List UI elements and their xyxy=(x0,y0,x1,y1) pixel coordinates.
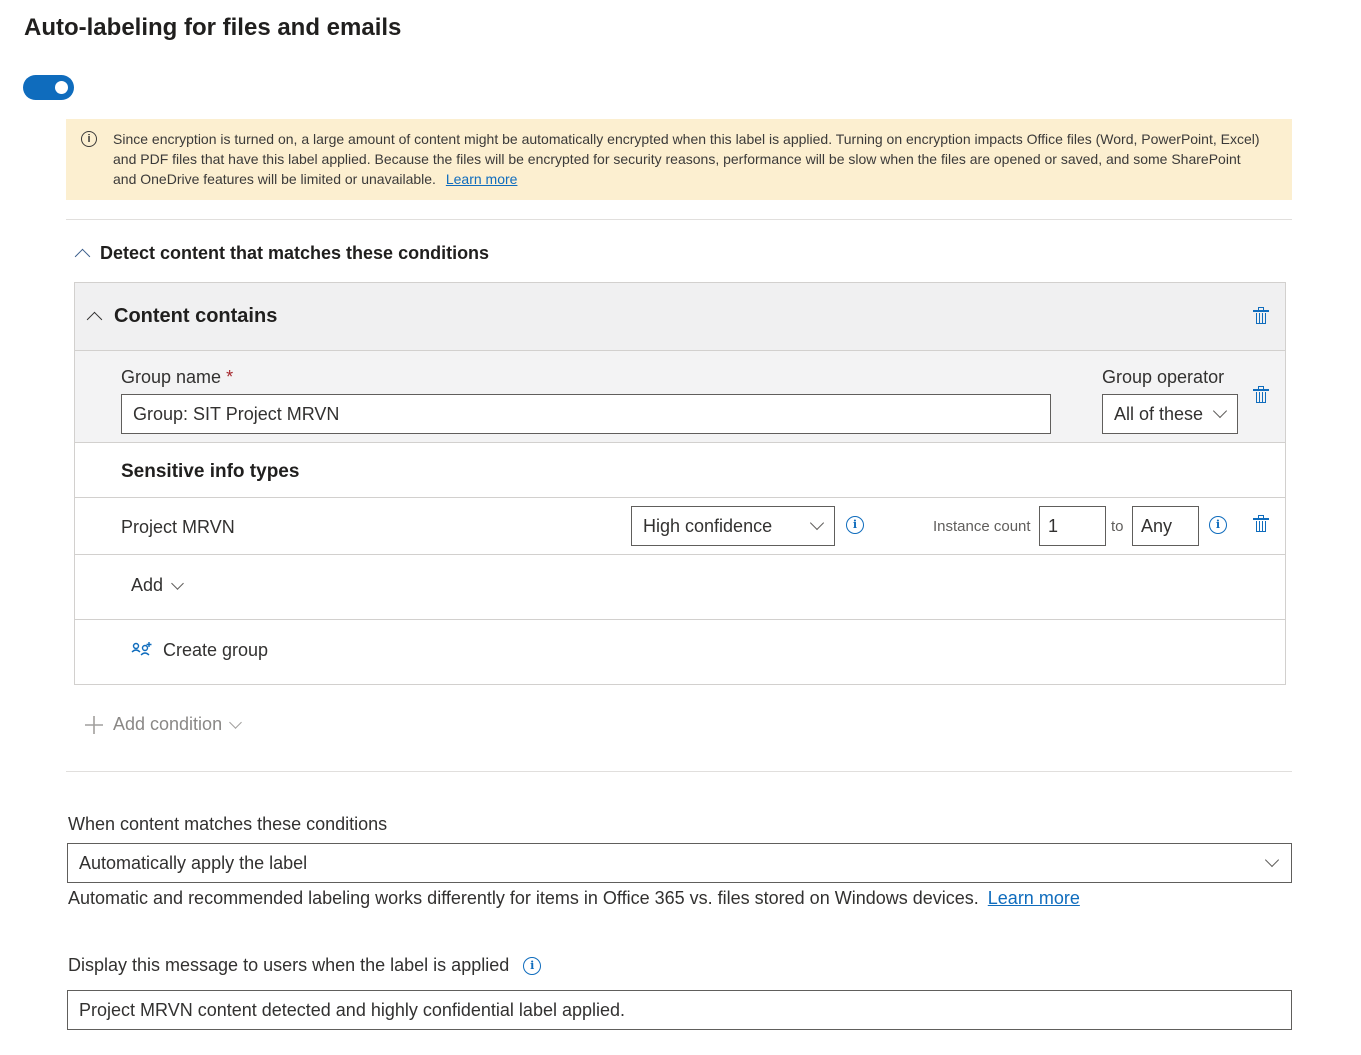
divider xyxy=(66,771,1292,772)
instance-min-input[interactable]: 1 xyxy=(1039,506,1106,546)
required-marker: * xyxy=(226,367,234,387)
add-condition-button[interactable]: Add condition xyxy=(84,714,242,735)
group-name-input[interactable]: Group: SIT Project MRVN xyxy=(121,394,1051,434)
warning-learn-more-link[interactable]: Learn more xyxy=(446,171,518,187)
sensitive-info-types-heading: Sensitive info types xyxy=(121,461,300,482)
add-label: Add xyxy=(131,575,164,595)
chevron-down-icon xyxy=(229,715,242,729)
display-message-label: Display this message to users when the l… xyxy=(68,955,510,975)
display-message-info-icon[interactable]: i xyxy=(523,956,542,975)
when-matches-learn-more-link[interactable]: Learn more xyxy=(988,888,1080,908)
divider xyxy=(75,554,1285,555)
encryption-warning: i Since encryption is turned on, a large… xyxy=(66,119,1292,200)
chevron-down-icon xyxy=(171,576,184,590)
add-dropdown[interactable]: Add xyxy=(131,575,184,596)
delete-condition-icon[interactable] xyxy=(1253,307,1269,324)
divider xyxy=(66,219,1292,220)
plus-icon xyxy=(85,715,103,734)
confidence-info-icon[interactable]: i xyxy=(846,516,864,534)
page-title: Auto-labeling for files and emails xyxy=(24,14,402,41)
instance-max-value: Any xyxy=(1141,515,1173,536)
display-message-value: Project MRVN content detected and highly… xyxy=(79,999,626,1020)
instance-min-value: 1 xyxy=(1048,515,1059,536)
when-matches-note: Automatic and recommended labeling works… xyxy=(68,888,1080,908)
chevron-down-icon xyxy=(809,515,825,531)
group-name-value: Group: SIT Project MRVN xyxy=(133,403,340,424)
chevron-down-icon xyxy=(1264,852,1280,868)
warning-text: Since encryption is turned on, a large a… xyxy=(113,131,1260,187)
instance-max-input[interactable]: Any xyxy=(1132,506,1199,546)
group-settings: Group name * Group: SIT Project MRVN Gro… xyxy=(75,351,1285,443)
add-condition-label: Add condition xyxy=(113,714,223,734)
info-icon: i xyxy=(81,131,97,147)
group-operator-label: Group operator xyxy=(1102,367,1225,387)
chevron-up-icon xyxy=(74,248,91,265)
instance-count-info-icon[interactable]: i xyxy=(1209,516,1227,534)
toggle-knob xyxy=(55,81,68,94)
create-group-button[interactable]: Create group xyxy=(131,640,268,661)
divider xyxy=(75,619,1285,620)
display-message-input[interactable]: Project MRVN content detected and highly… xyxy=(67,990,1292,1030)
content-contains-header: Content contains xyxy=(75,283,1285,351)
content-contains-card: Content contains Group name * Group: SIT… xyxy=(74,282,1286,685)
content-contains-toggle[interactable]: Content contains xyxy=(86,305,278,328)
detect-section-header[interactable]: Detect content that matches these condit… xyxy=(74,243,490,265)
auto-labeling-toggle[interactable] xyxy=(23,75,74,100)
delete-group-icon[interactable] xyxy=(1253,386,1269,403)
when-matches-value: Automatically apply the label xyxy=(79,852,308,873)
content-contains-title: Content contains xyxy=(114,305,278,327)
group-operator-dropdown[interactable]: All of these xyxy=(1102,394,1238,434)
detect-heading: Detect content that matches these condit… xyxy=(100,243,490,263)
chevron-down-icon xyxy=(1212,403,1228,419)
when-matches-label: When content matches these conditions xyxy=(68,814,388,834)
group-name-label: Group name * xyxy=(121,367,234,387)
sit-row: Project MRVN High confidence i Instance … xyxy=(75,498,1285,554)
group-operator-value: All of these xyxy=(1114,403,1204,424)
create-group-label: Create group xyxy=(163,640,269,660)
delete-sit-icon[interactable] xyxy=(1253,515,1269,532)
create-group-icon xyxy=(131,641,152,656)
confidence-value: High confidence xyxy=(643,515,773,536)
chevron-up-icon xyxy=(86,311,103,328)
instance-count-label: Instance count xyxy=(933,518,1031,535)
display-message-header: Display this message to users when the l… xyxy=(68,955,542,976)
when-matches-dropdown[interactable]: Automatically apply the label xyxy=(67,843,1292,883)
confidence-dropdown[interactable]: High confidence xyxy=(631,506,835,546)
to-label: to xyxy=(1111,518,1124,535)
sit-name: Project MRVN xyxy=(121,517,235,537)
